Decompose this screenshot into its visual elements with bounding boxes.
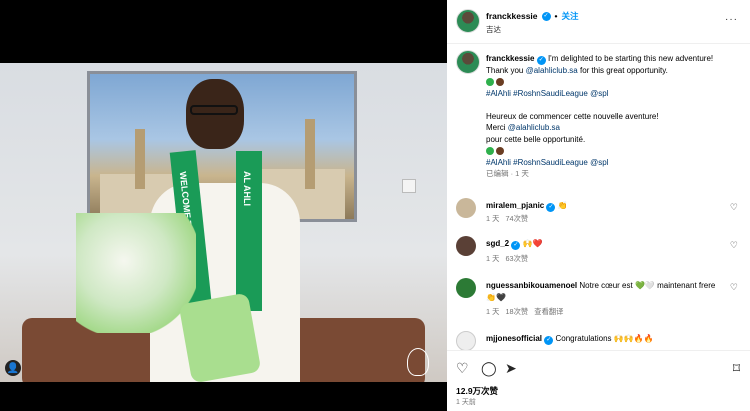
caption-username[interactable]: franckkessie <box>486 54 534 63</box>
caption-avatar[interactable] <box>456 50 480 74</box>
author-username[interactable]: franckkessie <box>486 11 538 21</box>
club-crest-icon <box>407 348 429 376</box>
comment-likes[interactable]: 18次赞 <box>505 307 528 316</box>
bouquet-wrap <box>178 292 262 382</box>
follow-button[interactable]: 关注 <box>562 10 579 22</box>
like-comment-icon[interactable]: ♡ <box>730 240 738 251</box>
flower-bouquet <box>76 213 196 333</box>
more-options-icon[interactable]: ··· <box>725 14 738 25</box>
commenter-username[interactable]: mjjonesofficial <box>486 334 542 343</box>
caption-line: Merci <box>486 123 506 132</box>
share-icon[interactable]: ➤ <box>505 360 517 376</box>
caption-text: franckkessie ✓ I'm delighted to be start… <box>486 53 741 180</box>
green-heart-icon <box>486 146 494 155</box>
brown-heart-icon <box>496 78 504 87</box>
post-age: 1 天前 <box>456 399 476 406</box>
commenter-username[interactable]: miralem_pjanic <box>486 201 544 210</box>
like-comment-icon[interactable]: ♡ <box>730 282 738 293</box>
emoji-row <box>486 77 741 89</box>
comment-meta: 1 天 18次赞 查看翻译 <box>486 307 563 317</box>
verified-icon: ✓ <box>541 11 551 21</box>
wall-outlet <box>402 179 416 193</box>
commenter-avatar[interactable] <box>456 198 476 218</box>
save-bookmark-icon[interactable]: ⌑ <box>733 360 740 376</box>
scarf-text: AL AHLI <box>242 171 252 206</box>
club-logo-watermark <box>369 347 429 377</box>
commenter-avatar[interactable] <box>456 236 476 256</box>
comment-text: mjjonesofficial ✓ Congratulations 🙌🙌🔥🔥 <box>486 333 721 345</box>
comment-likes[interactable]: 74次赞 <box>505 214 528 223</box>
glasses <box>190 105 238 115</box>
painting-minaret <box>135 129 145 189</box>
comment-body: 👏 <box>557 201 568 210</box>
comment-age: 1 天 <box>486 254 500 263</box>
like-count[interactable]: 12.9万次赞 <box>456 385 498 397</box>
caption-line: I'm delighted to be starting this new ad… <box>547 54 714 63</box>
comment-text: sgd_2 ✓ 🙌❤️ <box>486 238 721 250</box>
author-avatar[interactable] <box>456 9 480 33</box>
post-media[interactable]: WELCOME TO AL AHLI 👤 <box>0 0 447 411</box>
commenter-username[interactable]: nguessanbikouamenoel <box>486 281 577 290</box>
comment-meta: 1 天 74次赞 <box>486 214 528 224</box>
painting-minaret <box>305 119 315 189</box>
comment-meta: 1 天 63次赞 <box>486 254 528 264</box>
hashtag-links[interactable]: #AlAhli #RoshnSaudiLeague @spl <box>486 88 741 100</box>
comment-body: Congratulations 🙌🙌🔥🔥 <box>555 334 654 343</box>
commenter-avatar[interactable] <box>456 278 476 298</box>
comment-age: 1 天 <box>486 214 500 223</box>
commenter-username[interactable]: sgd_2 <box>486 239 509 248</box>
caption-line: for this great opportunity. <box>579 66 668 75</box>
commenter-avatar[interactable] <box>456 331 476 351</box>
caption-line: Thank you <box>486 66 524 75</box>
mention-link[interactable]: @alahliclub.sa <box>508 123 560 132</box>
verified-icon: ✓ <box>536 56 546 65</box>
verified-icon: ✓ <box>544 336 554 345</box>
scarf-right: AL AHLI <box>236 151 262 311</box>
comment-age: 1 天 <box>486 307 500 316</box>
caption-line: Heureux de commencer cette nouvelle aven… <box>486 111 659 121</box>
caption-line: pour cette belle opportunité. <box>486 134 586 144</box>
post-sidebar: franckkessie ✓ • 关注 吉达 ··· franckkessie … <box>447 0 750 411</box>
user-tag-icon[interactable]: 👤 <box>5 360 21 376</box>
translate-link[interactable]: 查看翻译 <box>534 307 563 316</box>
comment-text: nguessanbikouamenoel Notre cœur est 💚🤍 m… <box>486 280 721 304</box>
post-header: franckkessie ✓ • 关注 吉达 ··· <box>447 0 750 44</box>
emoji-row <box>486 145 741 157</box>
author-line: franckkessie ✓ • 关注 <box>486 10 579 22</box>
post-actions-bar: ♡ ◯ ➤ ⌑ 12.9万次赞 1 天前 <box>447 350 750 411</box>
verified-icon: ✓ <box>511 241 521 250</box>
comment-icon[interactable]: ◯ <box>481 360 497 376</box>
brown-heart-icon <box>496 146 504 155</box>
separator-dot: • <box>554 11 558 21</box>
green-heart-icon <box>486 78 494 87</box>
hashtag-links[interactable]: #AlAhli #RoshnSaudiLeague @spl <box>486 157 741 169</box>
like-icon[interactable]: ♡ <box>456 360 469 376</box>
like-comment-icon[interactable]: ♡ <box>730 202 738 213</box>
mention-link[interactable]: @alahliclub.sa <box>526 66 578 75</box>
comment-text: miralem_pjanic ✓ 👏 <box>486 200 721 212</box>
comment-body: 🙌❤️ <box>522 239 543 248</box>
post-photo[interactable]: WELCOME TO AL AHLI <box>0 63 447 382</box>
post-location[interactable]: 吉达 <box>486 24 501 35</box>
comment-likes[interactable]: 63次赞 <box>505 254 528 263</box>
verified-icon: ✓ <box>546 203 556 212</box>
caption-meta: 已编辑 · 1 天 <box>486 169 529 178</box>
